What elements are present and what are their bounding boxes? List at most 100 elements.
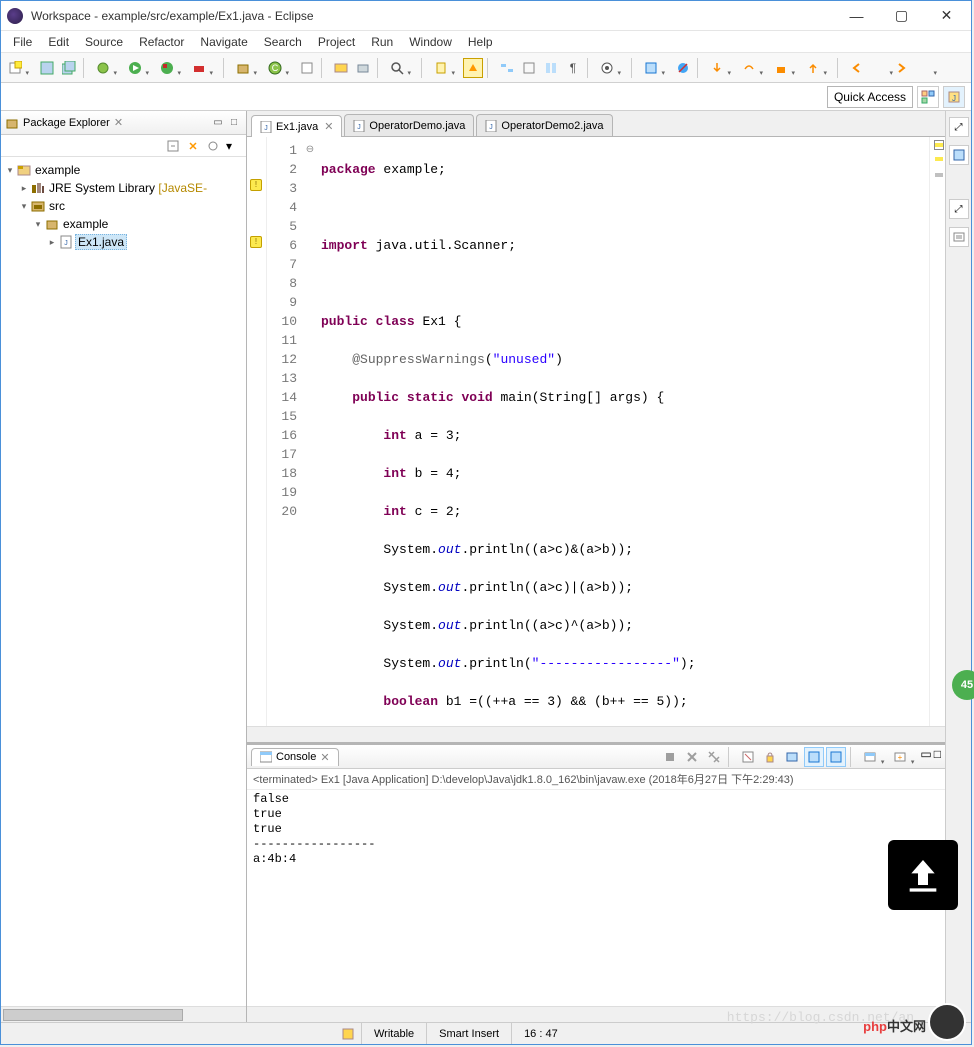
console-tab[interactable]: Console ✕ <box>251 748 339 766</box>
menu-navigate[interactable]: Navigate <box>192 33 255 51</box>
forward-history-button[interactable] <box>913 58 933 78</box>
trim-restore2-button[interactable]: ⤢ <box>949 199 969 219</box>
drop-to-frame-button[interactable] <box>771 58 791 78</box>
open-element-button[interactable] <box>353 58 373 78</box>
skip-all-bp-button[interactable] <box>673 58 693 78</box>
fold-gutter[interactable]: ⊖ <box>303 137 317 726</box>
tab-operatordemo[interactable]: J OperatorDemo.java <box>344 114 474 136</box>
toggle-highlight-button[interactable] <box>463 58 483 78</box>
step-into-button[interactable] <box>707 58 727 78</box>
open-perspective-button[interactable] <box>917 86 939 108</box>
tab-ex1[interactable]: J Ex1.java ✕ <box>251 115 342 137</box>
view-minimize-button[interactable]: ▭ <box>210 115 226 131</box>
pin-console-button[interactable] <box>804 747 824 767</box>
maximize-button[interactable]: ▢ <box>879 2 924 30</box>
scroll-lock-button[interactable] <box>760 747 780 767</box>
coverage-button[interactable] <box>157 58 177 78</box>
collapse-all-button[interactable] <box>166 139 180 153</box>
step-over-button[interactable] <box>739 58 759 78</box>
ext-tools-button[interactable] <box>189 58 209 78</box>
java-perspective-button[interactable]: J <box>943 86 965 108</box>
toggle-breadcrumb-button[interactable] <box>497 58 517 78</box>
focus-task-button[interactable] <box>206 139 220 153</box>
quick-access-input[interactable]: Quick Access <box>827 86 913 108</box>
tree-src[interactable]: ▾ src <box>3 197 244 215</box>
warning-marker-icon[interactable]: ! <box>250 236 262 248</box>
outline-view-button[interactable] <box>949 145 969 165</box>
tree-project[interactable]: ▾ example <box>3 161 244 179</box>
forward-button[interactable] <box>891 58 911 78</box>
tree-file-ex1[interactable]: ▸ J Ex1.java <box>3 233 244 251</box>
open-task-button[interactable] <box>331 58 351 78</box>
step-return-button[interactable] <box>803 58 823 78</box>
new-java-class-button[interactable]: C <box>265 58 285 78</box>
menu-edit[interactable]: Edit <box>40 33 77 51</box>
tasks-view-button[interactable] <box>949 227 969 247</box>
toggle-block-button[interactable] <box>541 58 561 78</box>
tab-operatordemo2[interactable]: J OperatorDemo2.java <box>476 114 612 136</box>
save-all-button[interactable] <box>59 58 79 78</box>
tree-package[interactable]: ▾ example <box>3 215 244 233</box>
pkg-hscroll[interactable] <box>1 1006 246 1022</box>
package-explorer-header: Package Explorer ✕ ▭ □ <box>1 111 246 135</box>
editor-hscroll[interactable] <box>247 726 945 742</box>
menu-window[interactable]: Window <box>401 33 460 51</box>
show-on-output-button[interactable] <box>826 747 846 767</box>
menu-refactor[interactable]: Refactor <box>131 33 192 51</box>
console-output[interactable]: false true true ----------------- a:4b:4 <box>247 790 945 1006</box>
warning-marker-icon[interactable]: ! <box>250 179 262 191</box>
back-history-button[interactable] <box>869 58 889 78</box>
open-console-button[interactable]: + <box>890 747 910 767</box>
menu-help[interactable]: Help <box>460 33 501 51</box>
next-annotation-button[interactable] <box>597 58 617 78</box>
console-minimize-button[interactable]: ▭ <box>920 747 931 767</box>
status-cursor-pos: 16 : 47 <box>511 1023 570 1044</box>
minimize-button[interactable]: — <box>834 2 879 30</box>
overview-ruler[interactable] <box>929 137 945 726</box>
back-button[interactable] <box>847 58 867 78</box>
view-menu-button[interactable]: ▾ <box>226 139 240 153</box>
remove-launch-button[interactable] <box>682 747 702 767</box>
eclipse-icon <box>7 8 23 24</box>
resume-button[interactable] <box>641 58 661 78</box>
floating-badge[interactable]: 45 <box>952 670 974 700</box>
menu-search[interactable]: Search <box>256 33 310 51</box>
package-explorer-tree[interactable]: ▾ example ▸ JRE System Library [JavaSE- … <box>1 157 246 1006</box>
upload-overlay-icon[interactable] <box>888 840 958 910</box>
build-icon <box>341 1027 355 1041</box>
view-maximize-button[interactable]: □ <box>226 115 242 131</box>
open-type-button[interactable] <box>297 58 317 78</box>
menu-project[interactable]: Project <box>310 33 363 51</box>
marker-gutter[interactable]: ! ! <box>247 137 267 726</box>
new-button[interactable] <box>5 58 25 78</box>
link-editor-button[interactable] <box>186 139 200 153</box>
menu-source[interactable]: Source <box>77 33 131 51</box>
menu-run[interactable]: Run <box>363 33 401 51</box>
tree-jre[interactable]: ▸ JRE System Library [JavaSE- <box>3 179 244 197</box>
view-pin-icon: ✕ <box>114 116 123 129</box>
terminate-button[interactable] <box>660 747 680 767</box>
run-button[interactable] <box>125 58 145 78</box>
avatar-icon[interactable] <box>928 1003 966 1041</box>
menu-file[interactable]: File <box>5 33 40 51</box>
line-number-gutter[interactable]: 1234567891011121314151617181920 <box>267 137 303 726</box>
show-whitespace-button[interactable]: ¶ <box>563 58 583 78</box>
toggle-mark-button[interactable] <box>519 58 539 78</box>
debug-button[interactable] <box>93 58 113 78</box>
trim-restore-button[interactable]: ⤢ <box>949 117 969 137</box>
code-editor[interactable]: package example; import java.util.Scanne… <box>317 137 929 726</box>
search-button[interactable] <box>387 58 407 78</box>
word-wrap-button[interactable] <box>782 747 802 767</box>
tab-close-icon[interactable]: ✕ <box>324 120 333 133</box>
console-maximize-button[interactable]: □ <box>934 747 941 767</box>
svg-text:J: J <box>264 125 268 132</box>
svg-text:C: C <box>272 63 279 73</box>
remove-all-button[interactable] <box>704 747 724 767</box>
clear-console-button[interactable] <box>738 747 758 767</box>
new-java-package-button[interactable] <box>233 58 253 78</box>
svg-text:J: J <box>64 240 68 247</box>
annotation-nav-button[interactable] <box>431 58 451 78</box>
display-console-button[interactable] <box>860 747 880 767</box>
close-button[interactable]: ✕ <box>924 2 969 30</box>
save-button[interactable] <box>37 58 57 78</box>
